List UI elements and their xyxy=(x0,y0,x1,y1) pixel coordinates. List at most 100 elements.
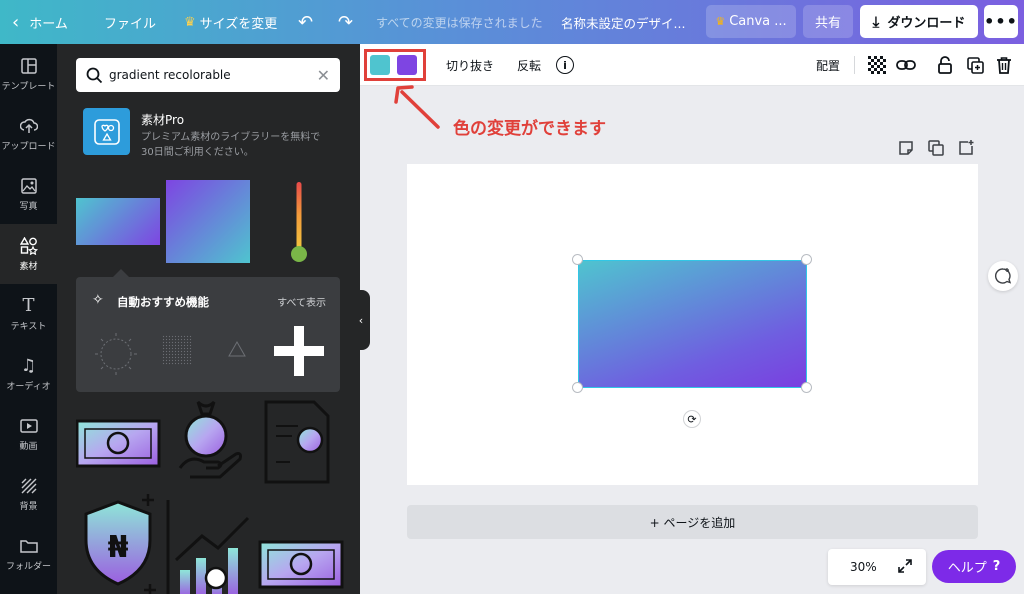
recommend-title: 自動おすすめ機能 xyxy=(117,295,209,309)
sparkle-icon: ✧ xyxy=(92,292,104,308)
comment-add-icon xyxy=(995,268,1012,284)
rail-item-upload[interactable]: アップロード xyxy=(0,104,57,164)
rail-item-video[interactable]: 動画 xyxy=(0,404,57,464)
comment-button[interactable] xyxy=(988,261,1018,291)
plus-shape-element[interactable] xyxy=(272,324,326,378)
clear-search-icon[interactable]: ✕ xyxy=(317,66,330,85)
add-page-small-button[interactable] xyxy=(958,140,974,158)
search-box[interactable]: ✕ xyxy=(76,58,340,92)
zoom-level[interactable]: 30% xyxy=(850,560,877,574)
rail-item-label: アップロード xyxy=(1,141,56,152)
delete-button[interactable] xyxy=(996,44,1012,86)
rail-item-label: テキスト xyxy=(10,321,47,332)
color-swatch-purple[interactable] xyxy=(397,55,417,75)
crown-icon: ♛ xyxy=(184,14,196,30)
elements-pro-logo xyxy=(83,108,130,155)
share-button[interactable]: 共有 xyxy=(803,5,853,38)
resize-handle-top-right[interactable] xyxy=(801,254,812,265)
shield-currency-icon[interactable]: ₦ xyxy=(84,494,156,594)
home-button[interactable]: ‹ ホーム xyxy=(12,0,68,44)
growth-chart-icon[interactable] xyxy=(166,500,252,594)
download-label: ダウンロード xyxy=(887,16,966,31)
redo-icon[interactable]: ↷ xyxy=(338,0,353,44)
rail-item-elements[interactable]: 素材 xyxy=(0,224,57,284)
lock-button[interactable] xyxy=(938,44,952,86)
pro-desc-line-1: プレミアム素材のライブラリーを無料で xyxy=(141,132,321,143)
background-icon xyxy=(20,477,38,495)
search-icon xyxy=(86,67,103,83)
resize-handle-bottom-left[interactable] xyxy=(572,382,583,393)
upload-icon xyxy=(19,117,38,135)
rail-item-folder[interactable]: フォルダー xyxy=(0,524,57,584)
rail-item-label: オーディオ xyxy=(6,381,51,392)
save-status: すべての変更は保存されました xyxy=(376,15,543,30)
top-bar: ‹ ホーム ファイル ♛ サイズを変更 ↶ ↷ すべての変更は保存されました 名… xyxy=(0,0,1024,44)
gradient-square-element[interactable] xyxy=(166,180,250,263)
banknote-icon[interactable] xyxy=(76,419,161,468)
selected-gradient-rectangle[interactable] xyxy=(578,260,807,388)
info-button[interactable]: i xyxy=(556,44,574,86)
info-icon: i xyxy=(556,56,574,74)
resize-button[interactable]: ♛ サイズを変更 xyxy=(184,0,277,44)
svg-text:₦: ₦ xyxy=(108,530,129,565)
position-button[interactable]: 配置 xyxy=(816,44,840,86)
rail-item-label: テンプレート xyxy=(1,81,56,92)
invoice-document-icon[interactable] xyxy=(264,400,330,484)
duplicate-page-button[interactable] xyxy=(928,140,944,158)
elements-panel: ✕ 素材Pro プレミアム素材のライブラリーを無料で 30日間ご利用ください。 … xyxy=(57,44,360,594)
help-button[interactable]: ヘルプ ? xyxy=(932,550,1016,583)
money-bag-hand-icon[interactable] xyxy=(178,400,242,479)
audio-icon: ♫ xyxy=(20,355,37,376)
pro-promo[interactable]: 素材Pro プレミアム素材のライブラリーを無料で 30日間ご利用ください。 xyxy=(83,108,343,158)
search-input[interactable] xyxy=(109,68,317,82)
canva-pro-button[interactable]: ♛ Canva ... xyxy=(706,5,796,38)
crop-button[interactable]: 切り抜き xyxy=(446,44,494,86)
pro-description: プレミアム素材のライブラリーを無料で 30日間ご利用ください。 xyxy=(141,130,341,160)
canva-pro-label: Canva ... xyxy=(729,14,787,29)
annotation-arrow-icon xyxy=(394,85,440,129)
photo-icon xyxy=(20,177,38,195)
undo-icon[interactable]: ↶ xyxy=(298,0,313,44)
gradient-rectangle-element[interactable] xyxy=(76,198,160,245)
file-menu-button[interactable]: ファイル xyxy=(104,0,156,44)
page-notes-button[interactable] xyxy=(898,140,914,158)
rail-item-label: 素材 xyxy=(19,261,38,272)
rail-item-template[interactable]: テンプレート xyxy=(0,44,57,104)
rail-item-label: 写真 xyxy=(19,201,38,212)
flip-button[interactable]: 反転 xyxy=(517,44,541,86)
rail-item-photo[interactable]: 写真 xyxy=(0,164,57,224)
more-options-button[interactable]: ••• xyxy=(984,5,1018,38)
rail-item-background[interactable]: 背景 xyxy=(0,464,57,524)
color-swatch-teal[interactable] xyxy=(370,55,390,75)
dot-grid-element[interactable] xyxy=(162,335,192,365)
sun-outline-element[interactable] xyxy=(94,332,138,376)
crown-icon: ♛ xyxy=(715,15,726,28)
folder-icon xyxy=(19,537,38,555)
banknote-dollar-icon[interactable] xyxy=(258,540,344,589)
rotate-icon[interactable]: ⟳ xyxy=(683,410,701,428)
fullscreen-icon[interactable] xyxy=(897,558,913,577)
see-all-link[interactable]: すべて表示 xyxy=(277,294,326,309)
zoom-control: 30% xyxy=(828,549,926,585)
collapse-panel-button[interactable]: ‹ xyxy=(352,290,370,350)
side-rail: テンプレート アップロード 写真 素材 T テキスト ♫ オーディオ 動画 背景… xyxy=(0,44,57,594)
download-icon: ⤓ xyxy=(872,12,880,31)
resize-handle-bottom-right[interactable] xyxy=(801,382,812,393)
duplicate-button[interactable] xyxy=(967,44,984,86)
resize-handle-top-left[interactable] xyxy=(572,254,583,265)
download-button[interactable]: ⤓ ダウンロード xyxy=(860,5,978,38)
auto-recommend-section: ✧ 自動おすすめ機能 すべて表示 xyxy=(76,277,340,392)
elements-icon xyxy=(19,236,38,255)
rail-item-label: 背景 xyxy=(19,501,38,512)
transparency-button[interactable] xyxy=(868,44,886,86)
triangle-outline-element[interactable] xyxy=(228,341,246,357)
add-page-button[interactable]: + ページを追加 xyxy=(407,505,978,539)
resize-label: サイズを変更 xyxy=(199,16,278,32)
link-button[interactable] xyxy=(896,44,916,86)
text-icon: T xyxy=(22,295,35,316)
rail-item-text[interactable]: T テキスト xyxy=(0,284,57,344)
pro-desc-line-2: 30日間ご利用ください。 xyxy=(141,147,254,158)
design-title[interactable]: 名称未設定のデザイ... xyxy=(561,0,685,44)
thermometer-element[interactable] xyxy=(287,180,311,264)
rail-item-audio[interactable]: ♫ オーディオ xyxy=(0,344,57,404)
